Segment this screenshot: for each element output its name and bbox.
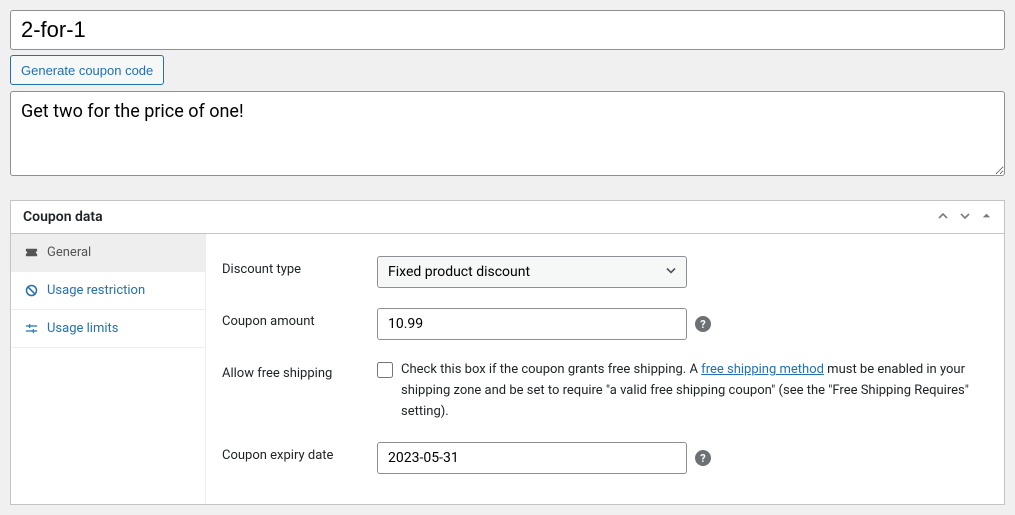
panel-controls: [937, 210, 992, 225]
panel-body: General Usage restriction Usage limits D…: [11, 234, 1004, 504]
generate-coupon-code-button[interactable]: Generate coupon code: [10, 55, 164, 85]
panel-header: Coupon data: [11, 201, 1004, 234]
expiry-date-input[interactable]: [377, 442, 687, 474]
row-expiry-date: Coupon expiry date ?: [222, 432, 988, 484]
tab-label: Usage limits: [47, 321, 118, 336]
label-coupon-amount: Coupon amount: [222, 308, 377, 329]
no-icon: [23, 283, 39, 298]
panel-title: Coupon data: [23, 209, 103, 225]
tab-label: Usage restriction: [47, 283, 145, 298]
coupon-code-input[interactable]: [10, 10, 1005, 50]
coupon-amount-input[interactable]: [377, 308, 687, 340]
tab-general[interactable]: General: [11, 234, 205, 272]
tab-usage-restriction[interactable]: Usage restriction: [11, 272, 205, 310]
label-discount-type: Discount type: [222, 256, 377, 277]
help-icon[interactable]: ?: [695, 450, 711, 466]
row-discount-type: Discount type Fixed product discount: [222, 246, 988, 298]
tab-content-general: Discount type Fixed product discount Cou…: [206, 234, 1004, 504]
coupon-description-textarea[interactable]: Get two for the price of one!: [10, 91, 1005, 176]
label-expiry-date: Coupon expiry date: [222, 442, 377, 463]
tab-label: General: [47, 245, 91, 260]
panel-down-icon[interactable]: [959, 210, 971, 225]
ticket-icon: [23, 245, 39, 260]
free-shipping-checkbox[interactable]: [377, 362, 393, 378]
row-coupon-amount: Coupon amount ?: [222, 298, 988, 350]
sliders-icon: [23, 321, 39, 336]
coupon-data-panel: Coupon data General: [10, 200, 1005, 505]
label-free-shipping: Allow free shipping: [222, 360, 377, 381]
free-shipping-method-link[interactable]: free shipping method: [701, 362, 824, 377]
coupon-data-tabs: General Usage restriction Usage limits: [11, 234, 206, 504]
help-icon[interactable]: ?: [695, 316, 711, 332]
row-free-shipping: Allow free shipping Check this box if th…: [222, 350, 988, 432]
discount-type-select[interactable]: Fixed product discount: [377, 256, 687, 288]
panel-up-icon[interactable]: [937, 210, 949, 225]
panel-toggle-icon[interactable]: [981, 210, 992, 225]
free-shipping-description: Check this box if the coupon grants free…: [401, 360, 988, 422]
tab-usage-limits[interactable]: Usage limits: [11, 310, 205, 348]
